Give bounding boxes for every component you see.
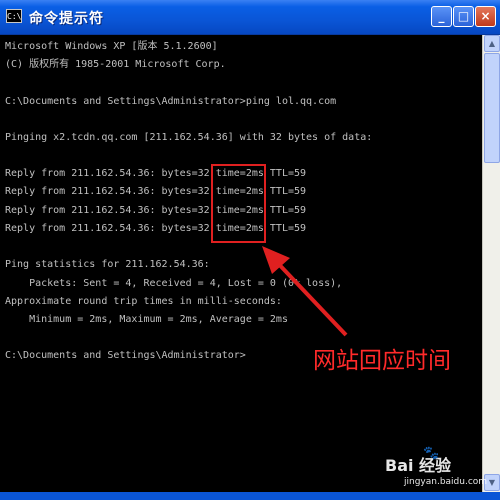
watermark-url: jingyan.baidu.com: [404, 477, 488, 487]
watermark-brand: Bai 经验: [385, 456, 452, 475]
baidu-watermark: 🐾 Bai 经验: [385, 446, 452, 476]
annotation-label: 网站回应时间: [313, 348, 451, 374]
red-arrow-icon: [262, 246, 348, 337]
baidu-paw-icon: 🐾: [423, 446, 440, 461]
